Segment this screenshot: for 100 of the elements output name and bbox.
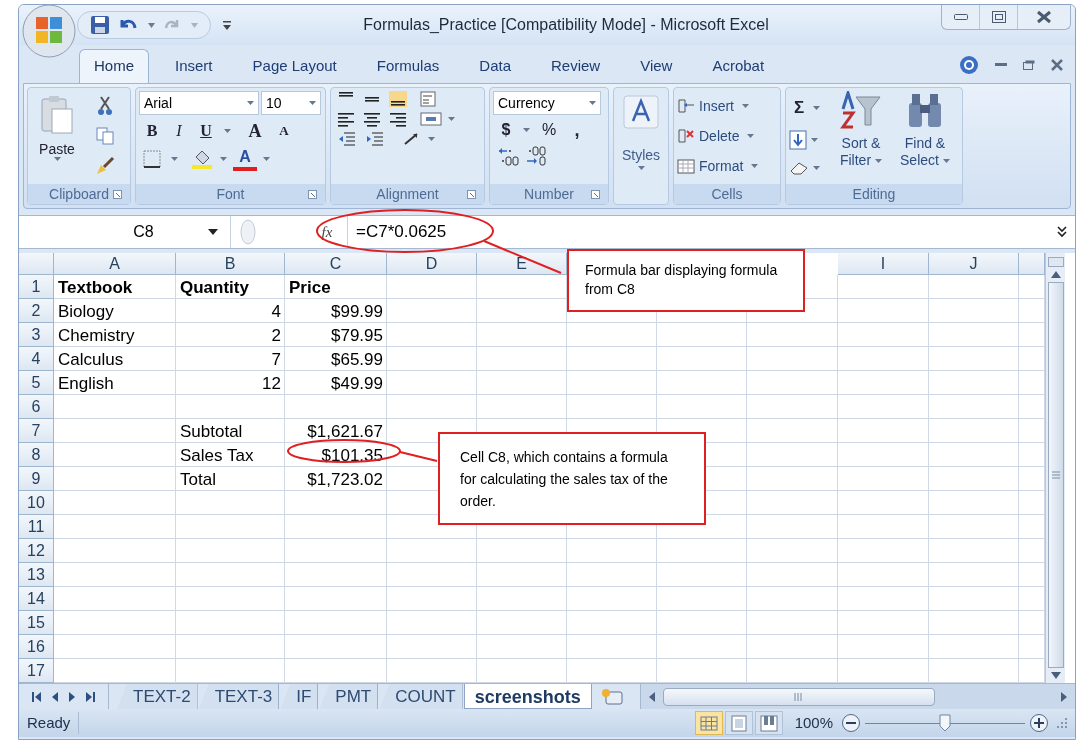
previous-sheet-icon[interactable] (52, 691, 59, 702)
scissors-icon[interactable] (96, 96, 114, 117)
minimize-icon[interactable] (995, 63, 1007, 67)
name-box[interactable]: C8 (19, 220, 208, 244)
align-center-icon[interactable] (363, 111, 381, 127)
formula-field[interactable]: =C7*0.0625 (347, 216, 1057, 248)
row-header[interactable]: 10 (19, 491, 54, 515)
row-header[interactable]: 16 (19, 635, 54, 659)
ribbon-tab[interactable]: Data (465, 49, 525, 83)
ribbon-tab[interactable]: Review (537, 49, 615, 83)
ribbon-tab[interactable]: Insert (161, 49, 227, 83)
insert-button[interactable]: Insert (699, 95, 734, 117)
scroll-down-icon[interactable] (1050, 672, 1061, 679)
merge-center-icon[interactable] (420, 111, 442, 127)
comma-button[interactable]: , (564, 118, 590, 142)
brush-icon[interactable] (95, 155, 115, 176)
row-header[interactable]: 8 (19, 443, 54, 467)
scrollbar-thumb[interactable] (1047, 282, 1064, 668)
autosum-button[interactable]: Σ (789, 96, 809, 119)
insert-cells-icon[interactable] (677, 98, 695, 114)
column-header[interactable]: B (176, 253, 285, 275)
row-header[interactable]: 15 (19, 611, 54, 635)
scroll-up-icon[interactable] (1050, 271, 1061, 278)
align-left-icon[interactable] (337, 111, 355, 127)
font-size-field[interactable]: 10 (261, 91, 321, 115)
percent-button[interactable]: % (534, 118, 564, 142)
minimize-icon[interactable] (953, 14, 968, 20)
expand-icon[interactable] (1057, 226, 1067, 238)
sort-filter-icon[interactable] (840, 91, 882, 131)
fill-color-icon[interactable] (192, 149, 214, 169)
ribbon-tab[interactable]: Page Layout (238, 49, 351, 83)
customize-icon[interactable] (223, 20, 231, 30)
maximize-icon[interactable] (991, 11, 1006, 23)
row-header[interactable]: 11 (19, 515, 54, 539)
row-header[interactable]: 7 (19, 419, 54, 443)
row-header[interactable]: 4 (19, 347, 54, 371)
resize-grip-icon[interactable] (1057, 718, 1067, 728)
column-header[interactable]: A (54, 253, 176, 275)
paste-button[interactable]: Paste (39, 141, 75, 157)
ribbon-tab[interactable]: Acrobat (698, 49, 779, 83)
sheet-tab[interactable]: TEXT-2 (117, 684, 198, 709)
office-button[interactable] (22, 4, 76, 58)
close-icon[interactable] (1051, 59, 1063, 71)
copy-icon[interactable] (96, 127, 114, 145)
horizontal-scrollbar[interactable] (639, 684, 1075, 709)
shrink-font-button[interactable]: A (271, 118, 297, 144)
dialog-launcher-icon[interactable] (308, 189, 317, 199)
eraser-icon[interactable] (789, 161, 809, 176)
delete-button[interactable]: Delete (699, 125, 740, 147)
splitter-handle-icon[interactable] (239, 219, 257, 245)
row-header[interactable]: 2 (19, 299, 54, 323)
row-header[interactable]: 5 (19, 371, 54, 395)
column-header[interactable]: D (387, 253, 477, 275)
fill-down-icon[interactable] (789, 130, 807, 150)
wrap-text-icon[interactable] (420, 91, 438, 107)
row-header[interactable]: 12 (19, 539, 54, 563)
zoom-out-icon[interactable] (841, 713, 861, 733)
dialog-launcher-icon[interactable] (113, 189, 122, 199)
sort-filter-button[interactable]: Sort & Filter (839, 135, 883, 169)
delete-cells-icon[interactable] (677, 128, 695, 144)
scroll-right-icon[interactable] (1061, 691, 1067, 702)
format-cells-icon[interactable] (677, 158, 695, 174)
row-header[interactable]: 17 (19, 659, 54, 683)
decrease-decimal-icon[interactable] (525, 145, 549, 167)
caret-icon[interactable] (208, 229, 218, 235)
border-icon[interactable] (143, 150, 161, 168)
sheet-tab[interactable]: PMT (319, 684, 379, 709)
sheet-tab[interactable]: IF (280, 684, 319, 709)
column-header[interactable]: J (929, 253, 1019, 275)
column-header[interactable]: I (838, 253, 929, 275)
row-header[interactable]: 1 (19, 275, 54, 299)
find-select-button[interactable]: Find & Select (900, 135, 950, 169)
ribbon-tab[interactable]: View (626, 49, 687, 83)
column-header[interactable]: C (285, 253, 387, 275)
increase-indent-icon[interactable] (366, 131, 384, 147)
close-icon[interactable] (1036, 10, 1052, 24)
first-sheet-icon[interactable] (32, 691, 42, 702)
slider-thumb-icon[interactable] (939, 714, 951, 732)
scrollbar-thumb[interactable] (662, 687, 935, 706)
row-header[interactable]: 9 (19, 467, 54, 491)
row-header[interactable]: 3 (19, 323, 54, 347)
font-name-field[interactable]: Arial (139, 91, 259, 115)
row-header[interactable]: 14 (19, 587, 54, 611)
font-color-button[interactable]: A (233, 147, 257, 171)
sheet-tab[interactable]: TEXT-3 (198, 684, 280, 709)
zoom-in-icon[interactable] (1029, 713, 1049, 733)
last-sheet-icon[interactable] (85, 691, 95, 702)
bottom-align-icon[interactable] (389, 91, 407, 107)
currency-button[interactable]: $ (493, 118, 519, 142)
sheet-tab[interactable]: COUNT (379, 684, 463, 709)
ribbon-tab[interactable]: Formulas (362, 49, 454, 83)
row-header[interactable]: 6 (19, 395, 54, 419)
underline-button[interactable]: U (193, 118, 219, 144)
number-format-field[interactable]: Currency (493, 91, 601, 115)
scroll-left-icon[interactable] (648, 691, 655, 702)
styles-icon[interactable] (623, 95, 659, 129)
zoom-level[interactable]: 100% (794, 711, 833, 735)
row-header[interactable]: 13 (19, 563, 54, 587)
dialog-launcher-icon[interactable] (467, 189, 476, 199)
styles-button[interactable]: Styles (621, 145, 661, 166)
